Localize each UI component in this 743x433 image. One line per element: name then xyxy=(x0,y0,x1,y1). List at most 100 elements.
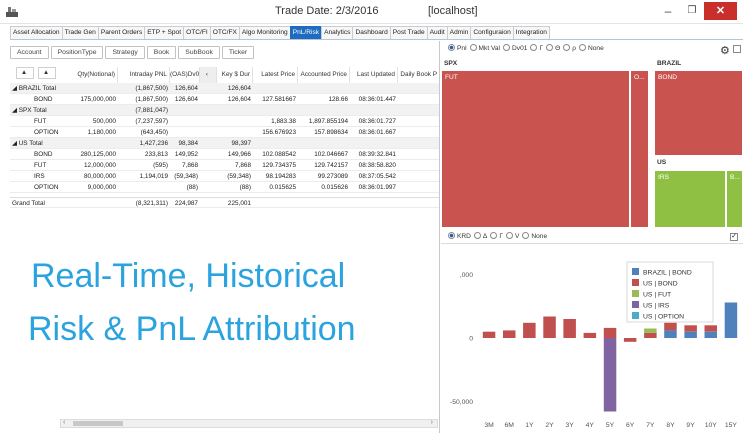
chart_controls-radio-3[interactable] xyxy=(505,232,513,239)
scroll-right-arrow[interactable]: › xyxy=(431,419,433,426)
table-cell: 9,000,000 xyxy=(87,184,116,191)
table-cell: 149,966 xyxy=(227,151,251,158)
legend-label-0: BRAZIL | BOND xyxy=(643,270,692,277)
treemap-block-brazil-bond[interactable]: BOND xyxy=(654,70,743,156)
table-row[interactable]: BOND 280,125,000 233,813 149,952 149,966 102.… xyxy=(10,149,439,160)
chart_controls-radio-2[interactable] xyxy=(490,232,498,239)
tab-9[interactable]: Dashboard xyxy=(352,26,391,39)
bar-9Y-0[interactable] xyxy=(684,331,697,338)
tab-8[interactable]: Analytics xyxy=(321,26,354,39)
group-by-chip-2[interactable]: Strategy xyxy=(105,46,145,59)
treemap-block-us-irs[interactable]: IRS xyxy=(654,170,726,228)
tab-7[interactable]: PnL/Risk xyxy=(289,26,323,39)
chart_controls-radio-0[interactable] xyxy=(448,232,455,239)
table-row[interactable]: OPTION 1,180,000 (643,450) 156.676923 157.89… xyxy=(10,127,439,138)
tab-6[interactable]: Algo Monitoring xyxy=(238,26,291,39)
table-group-row[interactable]: ◢ SPX Total (7,881,047) xyxy=(10,105,439,116)
horizontal-scrollbar[interactable]: ‹ › xyxy=(60,419,438,428)
bar-8Y-1[interactable] xyxy=(664,322,677,331)
tab-4[interactable]: OTC/FI xyxy=(183,26,211,39)
chart_controls-radio-1[interactable] xyxy=(473,232,481,239)
tab-12[interactable]: Admin xyxy=(446,26,472,39)
table-cell xyxy=(398,160,439,171)
treemap-group-us-title: US xyxy=(657,159,667,166)
grouping-filter-bar: Account PositionType Strategy Book SubBook Ti… xyxy=(10,46,256,59)
scroll-left-arrow[interactable]: ‹ xyxy=(63,419,65,426)
bar-2Y-1[interactable] xyxy=(543,316,556,339)
bar-10Y-0[interactable] xyxy=(704,331,718,338)
risk-visual-panel: Pnl Mkt Val Dv01 Γ Θρ None ⚙ SPX FUT O... BRA… xyxy=(441,41,743,433)
tab-10[interactable]: Post Trade xyxy=(389,26,428,39)
grid-column-header-4[interactable]: Key $ Dur xyxy=(217,67,253,83)
bar-9Y-1[interactable] xyxy=(684,325,697,332)
gear-icon[interactable]: ⚙ xyxy=(720,44,730,57)
bar-15Y-0[interactable] xyxy=(724,302,738,339)
grid-column-header-8[interactable]: Daily Book P xyxy=(398,67,439,83)
grid-column-header-3[interactable]: ‹ xyxy=(200,67,217,83)
tab-0[interactable]: Asset Allocation xyxy=(10,26,63,39)
tab-13[interactable]: Configuraion xyxy=(470,26,514,39)
treemap_controls-radio-4[interactable] xyxy=(546,44,554,51)
bar-6Y-1[interactable] xyxy=(623,338,637,342)
table-group-row[interactable]: ◢ BRAZIL Total (1,867,500) 126,604 126,604 xyxy=(10,83,439,94)
treemap_controls-radio-3[interactable] xyxy=(530,44,538,51)
bar-4Y-1[interactable] xyxy=(583,332,597,338)
table-group-row[interactable]: ◢ US Total 1,427,236 98,384 98,397 xyxy=(10,138,439,149)
bar-5Y-3[interactable] xyxy=(603,338,617,412)
chart-toggle-checkbox[interactable]: ✓ xyxy=(730,233,738,241)
table-cell: (88) xyxy=(239,184,251,191)
table-group-row[interactable]: Grand Total (8,321,311) 224,987 225,001 xyxy=(10,197,439,208)
tab-2[interactable]: Parent Orders xyxy=(97,26,146,39)
treemap_controls-radio-0[interactable] xyxy=(448,44,455,51)
group-by-chip-3[interactable]: Book xyxy=(146,46,177,59)
table-row[interactable]: FUT 12,000,000 (595) 7,868 7,868 129.734375 12… xyxy=(10,160,439,171)
table-row[interactable]: IRS 80,000,000 1,194,019 (59,348) (59,348) 98… xyxy=(10,171,439,182)
legend-label-4: US | OPTION xyxy=(643,314,684,321)
table-row[interactable]: OPTION 9,000,000 (88) (88) 0.015625 0.015626 0… xyxy=(10,182,439,193)
bar-6M-1[interactable] xyxy=(503,330,516,338)
grid-column-header-7[interactable]: Last Updated xyxy=(350,67,398,83)
treemap_controls-radio-1[interactable] xyxy=(469,44,477,51)
maximize-button[interactable]: ❐ xyxy=(680,2,704,20)
sort-button-0[interactable]: ▲ xyxy=(16,67,34,79)
tab-3[interactable]: ETP + Spot xyxy=(144,26,185,39)
bar-3M-1[interactable] xyxy=(482,331,496,338)
table-row[interactable]: FUT 500,000 (7,237,597) 1,883.38 1,897.85519… xyxy=(10,116,439,127)
tab-14[interactable]: Integration xyxy=(512,26,550,39)
grid-column-header-2[interactable]: (OAS)Dv01 xyxy=(170,67,200,83)
chart_controls-radio-4[interactable] xyxy=(522,232,530,239)
treemap-toggle-checkbox[interactable] xyxy=(733,45,741,53)
bar-7Y-1[interactable] xyxy=(644,332,657,338)
table-row[interactable]: BOND 175,000,000 (1,867,500) 126,604 126,604… xyxy=(10,94,439,105)
tab-1[interactable]: Trade Gen xyxy=(61,26,99,39)
treemap-block-us-b[interactable]: B... xyxy=(726,170,743,228)
tab-11[interactable]: Audit xyxy=(426,26,448,39)
grid-column-header-0[interactable]: Qty(Notional) xyxy=(66,67,118,83)
tab-5[interactable]: OTC/FX xyxy=(209,26,240,39)
group-by-chip-5[interactable]: Ticker xyxy=(221,46,255,59)
treemap-block-spx-option[interactable]: O... xyxy=(630,70,649,228)
group-by-chip-4[interactable]: SubBook xyxy=(178,46,220,59)
sort-button-1[interactable]: ▲ xyxy=(38,67,56,79)
grid-column-header-1[interactable]: Intraday PNL xyxy=(118,67,170,83)
scrollbar-thumb[interactable] xyxy=(73,421,123,426)
treemap_controls-radio-2[interactable] xyxy=(503,44,511,51)
bar-3Y-1[interactable] xyxy=(563,319,576,338)
grid-column-header-5[interactable]: Latest Price xyxy=(253,67,298,83)
treemap_controls-radio-5[interactable] xyxy=(563,44,571,51)
group-by-chip-1[interactable]: PositionType xyxy=(50,46,104,59)
group-by-chip-0[interactable]: Account xyxy=(10,46,49,59)
bar-1Y-1[interactable] xyxy=(523,322,536,338)
legend-swatch-1 xyxy=(632,279,639,286)
treemap_controls-radio-6[interactable] xyxy=(578,44,586,51)
close-button[interactable]: ✕ xyxy=(704,2,737,20)
bar-7Y-2[interactable] xyxy=(644,328,657,333)
table-cell: 233,813 xyxy=(144,151,168,158)
chart_controls-radio-label-4: None xyxy=(531,233,548,240)
bar-10Y-1[interactable] xyxy=(704,325,718,332)
bar-8Y-0[interactable] xyxy=(664,330,677,338)
minimize-button[interactable]: – xyxy=(656,2,680,20)
grid-column-header-6[interactable]: Accounted Price xyxy=(298,67,350,83)
treemap-block-spx-fut[interactable]: FUT xyxy=(441,70,630,228)
bar-5Y-1[interactable] xyxy=(603,327,617,338)
